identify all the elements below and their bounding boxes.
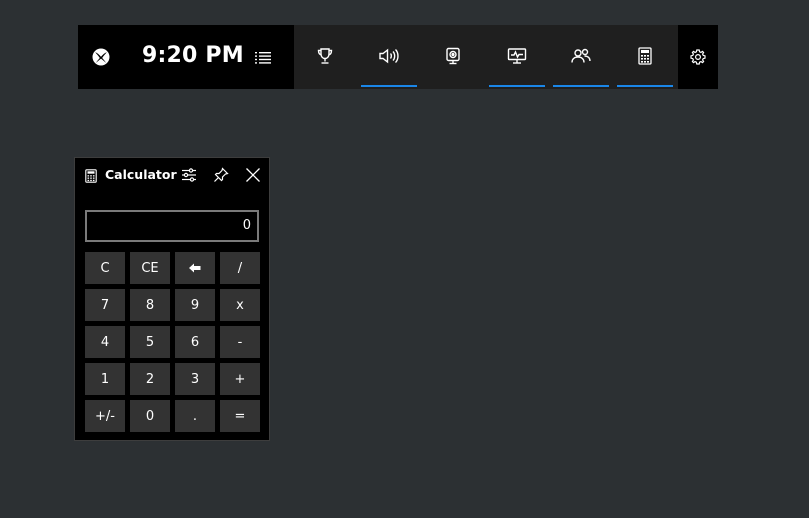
key-8[interactable]: 8 xyxy=(130,289,170,321)
settings-button[interactable] xyxy=(678,25,718,89)
key-subtract[interactable]: - xyxy=(220,326,260,358)
widget-button-social[interactable] xyxy=(553,25,609,89)
backspace-arrow-icon xyxy=(189,263,201,273)
widget-toolbar xyxy=(294,25,678,89)
calculator-icon xyxy=(85,168,97,187)
close-icon xyxy=(246,168,260,182)
options-button[interactable] xyxy=(180,166,198,184)
widget-button-capture[interactable] xyxy=(425,25,481,89)
key-decimal[interactable]: . xyxy=(175,400,215,432)
key-4[interactable]: 4 xyxy=(85,326,125,358)
calculator-header[interactable]: Calculator xyxy=(75,158,269,192)
key-0[interactable]: 0 xyxy=(130,400,170,432)
key-7[interactable]: 7 xyxy=(85,289,125,321)
gear-icon xyxy=(690,49,706,65)
game-bar: 9:20 PM xyxy=(78,25,718,89)
menu-icon[interactable] xyxy=(255,50,271,64)
xbox-logo-icon[interactable] xyxy=(92,48,110,66)
display-value: 0 xyxy=(242,218,251,233)
people-icon xyxy=(571,48,591,63)
key-clear[interactable]: C xyxy=(85,252,125,284)
key-equals[interactable]: = xyxy=(220,400,260,432)
calculator-display: 0 xyxy=(85,210,259,242)
speaker-icon xyxy=(379,48,399,64)
key-divide[interactable]: / xyxy=(220,252,260,284)
key-1[interactable]: 1 xyxy=(85,363,125,395)
clock-time: 9:20 PM xyxy=(142,43,244,68)
key-6[interactable]: 6 xyxy=(175,326,215,358)
calculator-title: Calculator xyxy=(105,167,177,182)
key-3[interactable]: 3 xyxy=(175,363,215,395)
close-button[interactable] xyxy=(244,166,262,184)
calculator-keypad: C CE / 7 8 9 x 4 5 6 - 1 2 3 + +/- 0 . = xyxy=(85,252,260,432)
key-9[interactable]: 9 xyxy=(175,289,215,321)
pin-button[interactable] xyxy=(212,166,230,184)
sliders-icon xyxy=(182,168,196,182)
key-clear-entry[interactable]: CE xyxy=(130,252,170,284)
pin-icon xyxy=(214,167,229,182)
key-backspace[interactable] xyxy=(175,252,215,284)
widget-button-performance[interactable] xyxy=(489,25,545,89)
monitor-icon xyxy=(507,48,527,64)
key-2[interactable]: 2 xyxy=(130,363,170,395)
calculator-icon xyxy=(638,47,652,65)
key-5[interactable]: 5 xyxy=(130,326,170,358)
key-multiply[interactable]: x xyxy=(220,289,260,321)
widget-button-achievements[interactable] xyxy=(297,25,353,89)
key-add[interactable]: + xyxy=(220,363,260,395)
trophy-icon xyxy=(317,48,333,64)
widget-button-calculator[interactable] xyxy=(617,25,673,89)
game-bar-home-section: 9:20 PM xyxy=(78,25,294,89)
key-negate[interactable]: +/- xyxy=(85,400,125,432)
widget-button-audio[interactable] xyxy=(361,25,417,89)
webcam-icon xyxy=(446,47,460,65)
calculator-widget: Calculator 0 C CE / 7 8 9 x 4 5 6 - 1 2 … xyxy=(74,157,270,441)
